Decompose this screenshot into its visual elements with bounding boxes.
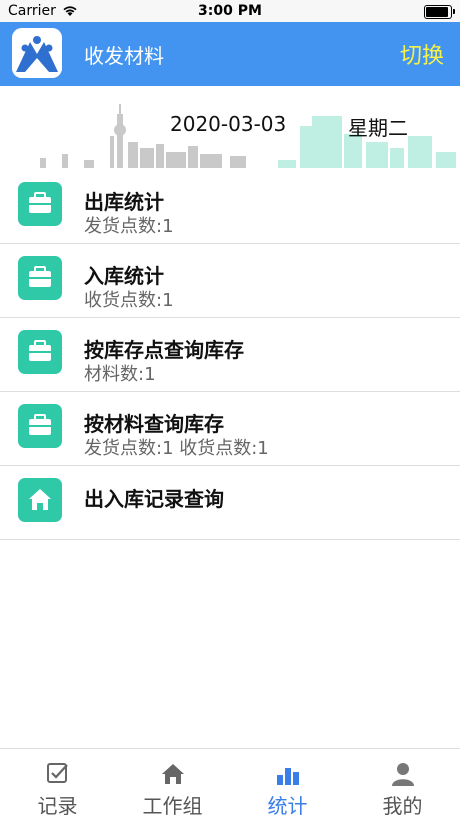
menu-item-subtitle: 收货点数:1	[84, 290, 174, 311]
person-icon	[392, 763, 414, 786]
tab-label: 我的	[382, 794, 423, 818]
tab-label: 统计	[267, 794, 308, 818]
menu-item-stock-by-material[interactable]: 按材料查询库存 发货点数:1 收货点数:1	[0, 392, 460, 466]
tab-workgroup[interactable]: 工作组	[115, 749, 230, 819]
checkbox-icon	[47, 763, 68, 783]
bar-chart-icon	[277, 768, 299, 785]
menu-item-subtitle: 发货点数:1 收货点数:1	[84, 438, 269, 459]
current-date: 2020-03-03	[170, 112, 287, 136]
date-banner: 2020-03-03 星期二	[0, 86, 460, 172]
briefcase-icon	[18, 256, 62, 300]
menu-item-title: 出库统计	[84, 190, 164, 214]
menu-item-inbound-stats[interactable]: 入库统计 收货点数:1	[0, 244, 460, 318]
briefcase-icon	[18, 404, 62, 448]
menu-item-outbound-stats[interactable]: 出库统计 发货点数:1	[0, 170, 460, 244]
menu-list: 出库统计 发货点数:1 入库统计 收货点数:1 按库存点查询库存 材料数:1 按…	[0, 170, 460, 540]
menu-item-title: 按材料查询库存	[84, 412, 224, 436]
battery-icon	[424, 5, 455, 19]
home-icon	[18, 478, 62, 522]
status-bar: Carrier 3:00 PM	[0, 0, 460, 22]
app-logo	[12, 28, 62, 78]
tab-records[interactable]: 记录	[0, 749, 115, 819]
switch-button[interactable]: 切换	[400, 38, 444, 70]
home-icon	[162, 764, 184, 784]
tab-mine[interactable]: 我的	[345, 749, 460, 819]
menu-item-title: 出入库记录查询	[84, 487, 224, 511]
menu-item-subtitle: 发货点数:1	[84, 216, 174, 237]
menu-item-stock-by-location[interactable]: 按库存点查询库存 材料数:1	[0, 318, 460, 392]
clock: 3:00 PM	[198, 3, 262, 19]
page-title: 收发材料	[84, 44, 164, 68]
tab-bar: 记录 工作组 统计 我的	[0, 748, 460, 819]
briefcase-icon	[18, 330, 62, 374]
current-weekday: 星期二	[348, 116, 408, 140]
menu-item-title: 入库统计	[84, 264, 164, 288]
tab-statistics[interactable]: 统计	[230, 749, 345, 819]
tab-label: 工作组	[142, 794, 203, 818]
menu-item-title: 按库存点查询库存	[84, 338, 244, 362]
app-header: 收发材料 切换	[0, 22, 460, 86]
menu-item-subtitle: 材料数:1	[84, 364, 156, 385]
tab-label: 记录	[37, 794, 78, 818]
briefcase-icon	[18, 182, 62, 226]
menu-item-stock-records[interactable]: 出入库记录查询	[0, 466, 460, 540]
